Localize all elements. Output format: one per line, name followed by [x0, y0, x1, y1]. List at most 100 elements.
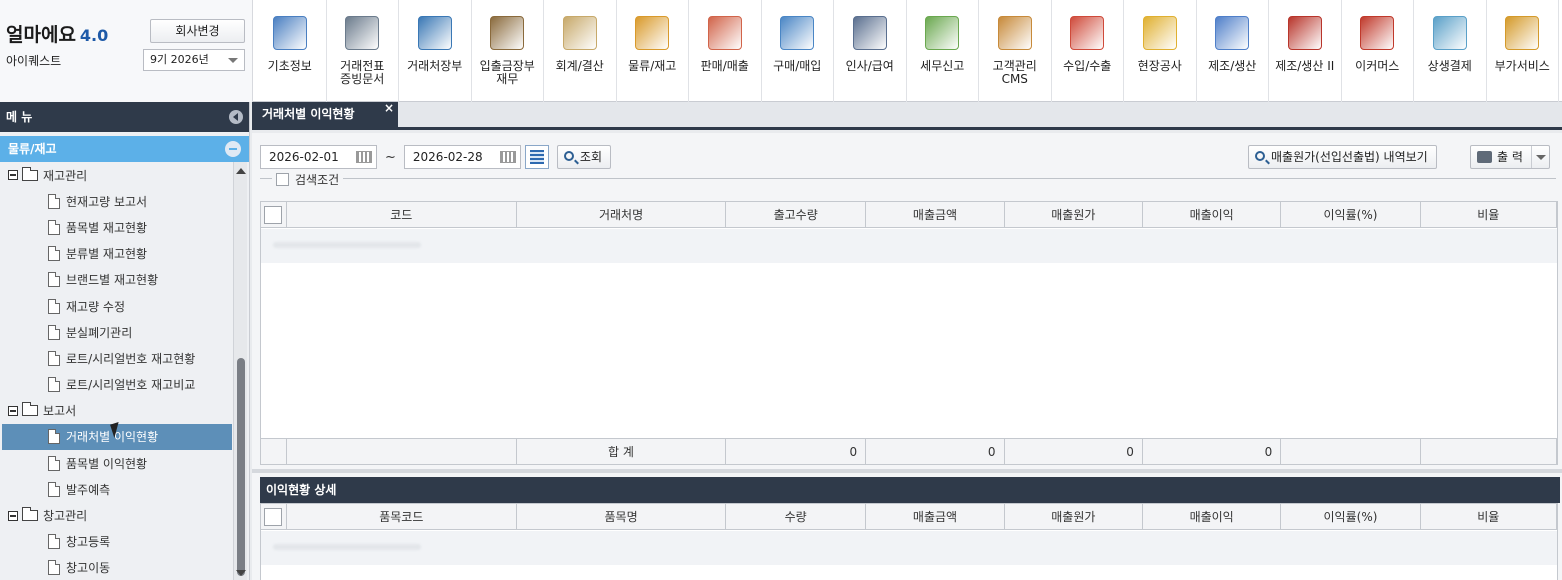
close-icon[interactable]: × — [384, 96, 394, 121]
tree-item[interactable]: 분실폐기관리 — [0, 319, 234, 345]
tree-label: 로트/시리얼번호 재고비교 — [66, 378, 196, 393]
toolbar-button[interactable]: 물류/재고 — [617, 0, 689, 102]
payment-icon — [1432, 16, 1467, 50]
column-header[interactable]: 매출금액 — [866, 202, 1005, 227]
tree-item[interactable]: 창고등록 — [0, 529, 234, 555]
main-content: 2026-02-01 ~ 2026-02-28 조회 매출원가(선입선출법) 내… — [252, 133, 1562, 580]
change-company-button[interactable]: 회사변경 — [150, 19, 245, 43]
document-icon — [48, 377, 60, 393]
toolbar-button[interactable]: 인사/급여 — [834, 0, 907, 102]
select-all-checkbox[interactable] — [264, 507, 283, 526]
date-from-field[interactable]: 2026-02-01 — [260, 145, 377, 169]
tree-item[interactable]: 품목별 재고현황 — [0, 214, 234, 240]
select-all-cell[interactable] — [261, 202, 287, 227]
table-row[interactable] — [261, 531, 1557, 565]
column-header[interactable]: 품목명 — [517, 504, 727, 529]
toolbar-button[interactable]: 입출금장부 재무 — [472, 0, 544, 102]
toolbar-button[interactable]: 수입/수출 — [1052, 0, 1124, 102]
toolbar-button[interactable]: 거래전표 증빙문서 — [327, 0, 399, 102]
tree-item[interactable]: 브랜드별 재고현황 — [0, 267, 234, 293]
toolbar-button[interactable]: 상생결제 — [1414, 0, 1487, 102]
toolbar-button[interactable]: 고객관리 CMS — [979, 0, 1052, 102]
toolbar-button[interactable]: 이커머스 — [1342, 0, 1414, 102]
toolbar-button[interactable]: 제조/생산 — [1197, 0, 1269, 102]
column-header[interactable]: 이익률(%) — [1281, 504, 1421, 529]
column-header[interactable]: 수량 — [726, 504, 867, 529]
condition-checkbox[interactable] — [276, 173, 289, 186]
tree-label: 보고서 — [43, 404, 77, 419]
document-icon — [48, 219, 60, 235]
column-header[interactable]: 매출원가 — [1005, 504, 1143, 529]
toolbar-button[interactable]: 회계/결산 — [544, 0, 617, 102]
date-to-field[interactable]: 2026-02-28 — [403, 145, 521, 169]
tab-label: 거래처별 이익현황 — [262, 107, 355, 121]
toolbar-button[interactable]: 판매/매출 — [689, 0, 762, 102]
select-all-cell[interactable] — [261, 504, 287, 529]
column-header[interactable]: 매출이익 — [1143, 202, 1282, 227]
tree-label: 창고등록 — [66, 535, 111, 550]
construction-icon — [1142, 16, 1177, 50]
column-header[interactable]: 출고수량 — [726, 202, 867, 227]
period-select[interactable]: 9기 2026년 — [143, 49, 245, 71]
tree-item[interactable]: 창고이동 — [0, 555, 234, 580]
collapse-icon[interactable] — [8, 170, 18, 181]
tree-item[interactable]: 재고량 수정 — [0, 293, 234, 319]
search-icon — [563, 151, 574, 161]
column-header[interactable]: 매출금액 — [866, 504, 1005, 529]
tab-customer-profit[interactable]: 거래처별 이익현황 × — [252, 101, 398, 127]
column-header[interactable]: 코드 — [287, 202, 518, 227]
tree-item[interactable]: 현재고량 보고서 — [0, 188, 234, 214]
sidebar-section[interactable]: 물류/재고 — [0, 136, 249, 162]
tree-folder[interactable]: 창고관리 — [0, 502, 234, 528]
toolbar-button[interactable]: 세무신고 — [907, 0, 979, 102]
calendar-grid-icon — [499, 151, 516, 163]
chevron-down-icon[interactable] — [1530, 146, 1549, 168]
folder-icon — [22, 507, 38, 522]
ship-icon — [1070, 16, 1105, 50]
table-row[interactable] — [261, 229, 1557, 263]
column-header[interactable]: 비율 — [1421, 202, 1557, 227]
print-button[interactable]: 출 력 — [1470, 145, 1550, 169]
sidebar-scrollbar[interactable] — [233, 162, 247, 580]
collapse-icon[interactable] — [8, 405, 18, 416]
calendar-icon[interactable] — [524, 145, 549, 169]
column-header[interactable]: 매출이익 — [1143, 504, 1282, 529]
column-header[interactable]: 비율 — [1421, 504, 1557, 529]
column-header[interactable]: 거래처명 — [517, 202, 727, 227]
collapse-sidebar-icon[interactable] — [229, 110, 243, 124]
toolbar-button[interactable]: 거래처장부 — [399, 0, 472, 102]
money-bag-icon — [490, 16, 525, 50]
toolbar-button[interactable]: 구매/매입 — [762, 0, 834, 102]
collapse-section-icon[interactable] — [225, 141, 241, 157]
column-header[interactable]: 이익률(%) — [1281, 202, 1421, 227]
tree-item[interactable]: 로트/시리얼번호 재고현황 — [0, 345, 234, 371]
tree-item[interactable]: 발주예측 — [0, 476, 234, 502]
total-value: 0 — [1005, 439, 1143, 464]
toolbar-button[interactable]: 현장공사 — [1124, 0, 1197, 102]
search-bar: 2026-02-01 ~ 2026-02-28 조회 — [260, 145, 611, 169]
select-all-checkbox[interactable] — [264, 205, 283, 224]
scroll-up-icon[interactable] — [236, 168, 246, 174]
toolbar-button[interactable]: 기초정보 — [254, 0, 327, 102]
toolbar-button[interactable]: 부가서비스 — [1487, 0, 1559, 102]
detail-panel-title: 이익현황 상세 — [260, 477, 1560, 503]
column-header[interactable]: 매출원가 — [1005, 202, 1143, 227]
search-condition-toggle[interactable]: 검색조건 — [272, 171, 344, 188]
tree-item[interactable]: 품목별 이익현황 — [0, 450, 234, 476]
blurred-row-text — [261, 230, 421, 260]
grid-total-row: 합 계0000 — [261, 438, 1557, 464]
scroll-thumb[interactable] — [237, 358, 245, 576]
tree-item[interactable]: 로트/시리얼번호 재고비교 — [0, 372, 234, 398]
cost-detail-button[interactable]: 매출원가(선입선출법) 내역보기 — [1248, 145, 1437, 169]
toolbar-label: 구매/매입 — [773, 59, 822, 73]
tree-folder[interactable]: 보고서 — [0, 398, 234, 424]
scroll-down-icon[interactable] — [236, 570, 246, 576]
toolbar-button[interactable]: 제조/생산 II — [1269, 0, 1342, 102]
tree-folder[interactable]: 재고관리 — [0, 162, 234, 188]
column-header[interactable]: 품목코드 — [287, 504, 518, 529]
collapse-icon[interactable] — [8, 510, 18, 521]
tree-item[interactable]: 분류별 재고현황 — [0, 241, 234, 267]
search-button[interactable]: 조회 — [556, 145, 611, 169]
app-window: 얼마에요 4.0 아이퀘스트 회사변경 9기 2026년 기초정보 거래전표 증빙문… — [0, 0, 1562, 580]
panel-splitter[interactable] — [252, 469, 1562, 473]
